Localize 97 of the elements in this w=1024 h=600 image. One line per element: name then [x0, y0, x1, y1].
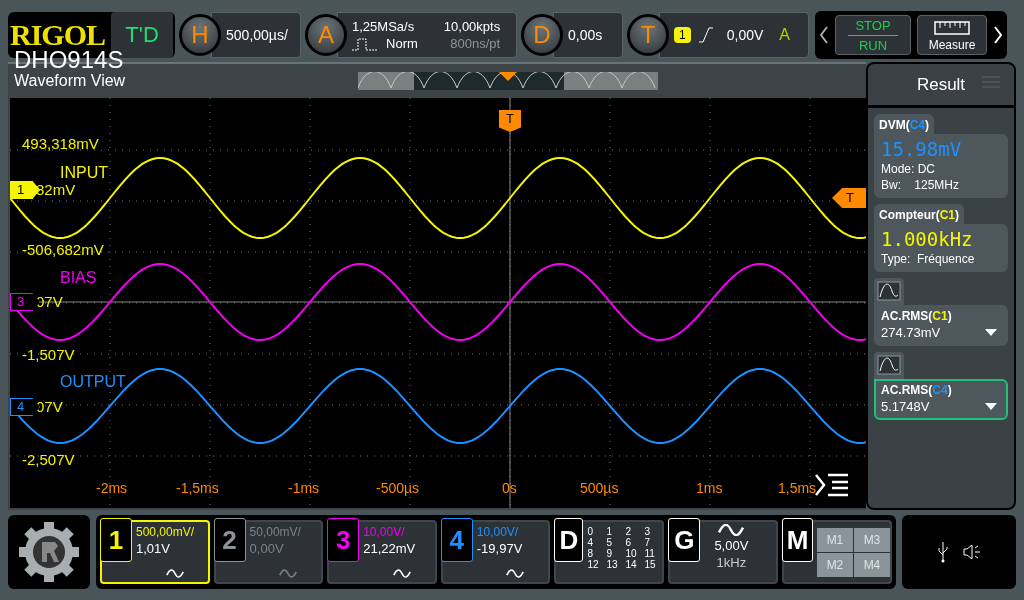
digital-bit: 3: [644, 526, 651, 537]
panel-title: Result: [916, 74, 966, 95]
digital-bit: 4: [587, 537, 594, 548]
generator-key: G: [668, 518, 701, 562]
time-label: -1ms: [288, 480, 320, 496]
digital-bit: 7: [644, 537, 651, 548]
measure-button[interactable]: Measure: [917, 15, 988, 55]
pulse-icon: [352, 36, 379, 51]
caret-icon[interactable]: [985, 403, 997, 410]
usb-icon: [937, 541, 949, 563]
digital-bit: 2: [625, 526, 632, 537]
time-label: 0s: [502, 480, 517, 496]
scale-label: -2,507V: [22, 452, 75, 468]
scale-label: -506,682mV: [22, 242, 104, 258]
sine-icon: [165, 569, 184, 578]
card-title: DVM(C4): [874, 114, 934, 134]
rising-edge-icon: [698, 27, 713, 43]
reading-value: 1.000kHz: [881, 228, 974, 250]
measure-value: 5.1748V: [881, 399, 930, 414]
trigger-source: 1: [674, 27, 691, 43]
trigger-position-marker[interactable]: T: [499, 110, 521, 132]
brand-logo: RIGOL: [10, 18, 107, 51]
generator-amplitude: 5,00V: [714, 538, 749, 553]
channel-offset: -19,97V: [476, 541, 523, 556]
caret-icon[interactable]: [985, 329, 997, 336]
chevron-right-icon[interactable]: [993, 26, 1004, 44]
channel-scale: 10,00V/: [363, 525, 406, 539]
view-title: Waveform View: [14, 72, 126, 90]
resolution: 800ns/pt: [450, 36, 501, 51]
reading-value: 15.98mV: [881, 138, 963, 160]
timebase-value: 500,00µs/: [226, 27, 288, 43]
digital-bit: 11: [644, 548, 656, 559]
ruler-icon: [934, 21, 971, 35]
digital-bit: 15: [644, 559, 657, 570]
channel-scale: 10,00V/: [476, 525, 520, 539]
digital-bit: 14: [625, 559, 638, 570]
card-title: AC.RMS(C1): [881, 309, 953, 323]
time-label: 1,5ms: [778, 480, 817, 496]
memory-depth: 10,00kpts: [443, 19, 501, 34]
card-text: Bw: 125MHz: [881, 178, 961, 192]
digital-bit: 10: [625, 548, 638, 559]
card-text: Mode: DC: [881, 162, 937, 176]
speaker-icon: [963, 544, 981, 560]
trigger-level-marker[interactable]: T: [832, 188, 866, 208]
digital-bit: 9: [606, 548, 613, 559]
digital-bit: 5: [606, 537, 613, 548]
delay-value: 0,00s: [568, 27, 603, 43]
time-label: -2ms: [96, 480, 128, 496]
generator-card[interactable]: G 5,00V 1kHz: [668, 520, 778, 584]
scale-label: -1,507V: [22, 347, 75, 363]
measure-value: 274.73mV: [881, 325, 941, 340]
measure-card[interactable]: AC.RMS(C1) 274.73mV: [874, 305, 1008, 346]
channel-label: BIAS: [60, 270, 97, 286]
digital-bit: 0: [587, 526, 594, 537]
digital-bit: 1: [606, 526, 613, 537]
waveform-icon: [877, 281, 901, 301]
sine-icon: [716, 524, 747, 536]
waveform-icon: [877, 355, 901, 375]
digital-bit: 8: [587, 548, 594, 559]
chevron-left-icon[interactable]: [819, 26, 830, 44]
time-label: 1ms: [696, 480, 723, 496]
digital-bit: 6: [625, 537, 632, 548]
sine-icon: [392, 569, 411, 578]
channel-label: INPUT: [60, 165, 108, 181]
channel-number: 4: [440, 518, 473, 562]
time-label: -1,5ms: [176, 480, 219, 496]
channel-offset: 21,22mV: [363, 541, 416, 556]
channel-number: 1: [100, 518, 132, 562]
math-key: M: [781, 518, 813, 562]
time-label: 500µs: [580, 480, 619, 496]
digital-card[interactable]: D 0 1 2 3 4 5 6 7 8 9 10 11 12 13 14 15: [554, 520, 665, 584]
card-text: Type: Fréquence: [881, 252, 976, 266]
scale-label: 493,318mV: [22, 136, 99, 152]
channel-number: 2: [213, 518, 246, 562]
digital-key: D: [554, 518, 584, 562]
sine-icon: [279, 569, 298, 578]
run-stop-button[interactable]: STOP RUN: [835, 15, 912, 55]
acquire-mode: Norm: [386, 36, 418, 51]
time-label: -500µs: [376, 480, 420, 496]
channel-offset: 1,01V: [136, 541, 171, 556]
sample-rate: 1,25MSa/s: [352, 19, 416, 34]
channel-number: 3: [327, 518, 360, 562]
card-title: AC.RMS(C4): [881, 383, 953, 397]
channel-label: OUTPUT: [60, 374, 126, 390]
sine-icon: [506, 569, 525, 578]
sweep-mode: A: [779, 26, 790, 44]
trigger-level: 0,00V: [726, 27, 764, 43]
overview-strip[interactable]: [358, 72, 658, 90]
channel-offset: 0,00V: [249, 541, 285, 556]
measure-card[interactable]: AC.RMS(C4) 5.1748V: [874, 379, 1008, 420]
gear-logo-icon[interactable]: [17, 520, 81, 584]
card-title: Compteur(C1): [874, 204, 964, 224]
generator-frequency: 1kHz: [716, 555, 747, 570]
digital-bit: 12: [587, 559, 600, 570]
channel-scale: 50,00mV/: [249, 525, 301, 539]
channel-scale: 500,00mV/: [136, 525, 195, 539]
digital-bit: 13: [606, 559, 619, 570]
